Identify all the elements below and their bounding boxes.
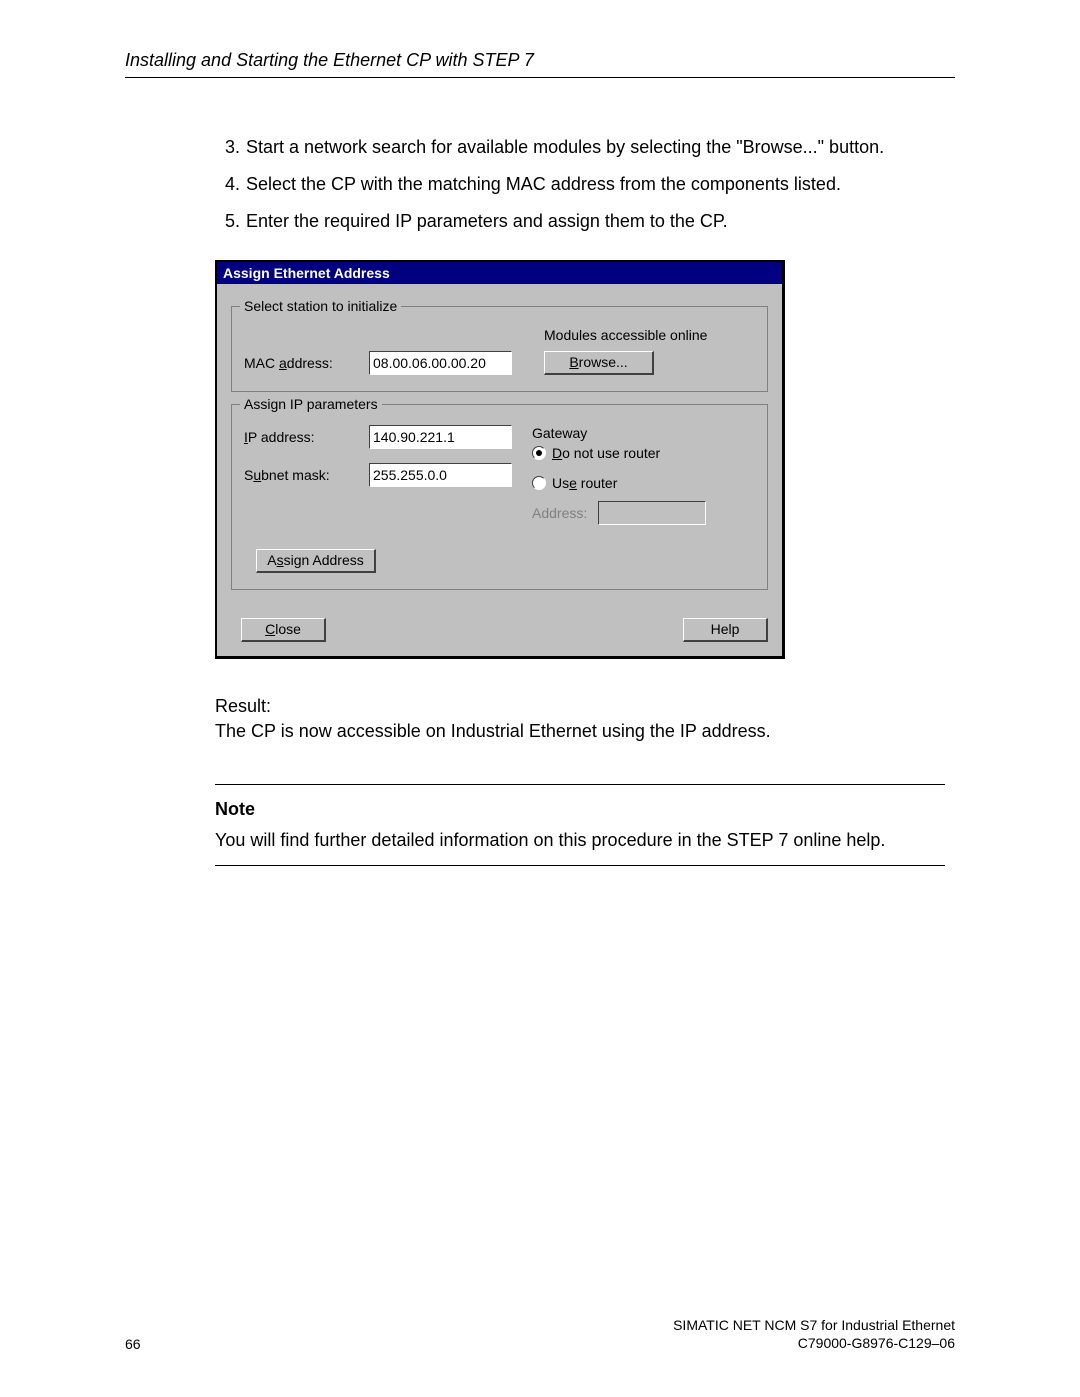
mac-address-label: MAC address: <box>244 355 369 371</box>
subnet-row: Subnet mask: <box>244 463 512 487</box>
result-block: Result: The CP is now accessible on Indu… <box>215 694 945 744</box>
content-area: 3. Start a network search for available … <box>215 135 945 866</box>
step-text: Start a network search for available mod… <box>246 135 945 160</box>
dialog-titlebar: Assign Ethernet Address <box>217 262 782 284</box>
footer-line1: SIMATIC NET NCM S7 for Industrial Ethern… <box>673 1316 955 1334</box>
step-num: 3. <box>215 135 240 160</box>
ip-wrap: IP address: Subnet mask: Gateway Do not … <box>244 425 755 525</box>
modules-online-label: Modules accessible online <box>544 327 755 343</box>
group-assign-ip: Assign IP parameters IP address: Subnet … <box>231 404 768 590</box>
router-address-row: Address: <box>532 501 755 525</box>
dialog-body: Select station to initialize Modules acc… <box>217 284 782 604</box>
step-5: 5. Enter the required IP parameters and … <box>215 209 945 234</box>
radio-no-router[interactable]: Do not use router <box>532 445 755 461</box>
step-text: Enter the required IP parameters and ass… <box>246 209 945 234</box>
radio-label: Use router <box>552 475 617 491</box>
help-button[interactable]: Help <box>683 618 768 642</box>
step-3: 3. Start a network search for available … <box>215 135 945 160</box>
step-text: Select the CP with the matching MAC addr… <box>246 172 945 197</box>
router-address-input <box>598 501 706 525</box>
assign-address-button[interactable]: Assign Address <box>256 549 376 573</box>
assign-ethernet-address-dialog: Assign Ethernet Address Select station t… <box>215 260 785 659</box>
ip-left-column: IP address: Subnet mask: <box>244 425 512 525</box>
step-num: 5. <box>215 209 240 234</box>
result-heading: Result: <box>215 694 945 719</box>
mac-row: MAC address: Browse... <box>244 351 755 375</box>
dialog-title: Assign Ethernet Address <box>223 265 390 281</box>
page-number: 66 <box>125 1336 141 1352</box>
note-title: Note <box>215 797 945 822</box>
ip-row: IP address: <box>244 425 512 449</box>
note-block: Note You will find further detailed info… <box>215 784 945 866</box>
ip-address-label: IP address: <box>244 429 369 445</box>
page-header: Installing and Starting the Ethernet CP … <box>125 50 955 78</box>
dialog-footer: Close Help <box>217 604 782 656</box>
group-select-station: Select station to initialize Modules acc… <box>231 306 768 392</box>
footer-line2: C79000-G8976-C129–06 <box>673 1334 955 1352</box>
step-4: 4. Select the CP with the matching MAC a… <box>215 172 945 197</box>
radio-use-router[interactable]: Use router <box>532 475 755 491</box>
page-header-title: Installing and Starting the Ethernet CP … <box>125 50 534 70</box>
result-text: The CP is now accessible on Industrial E… <box>215 719 945 744</box>
group-legend: Select station to initialize <box>240 298 401 314</box>
group-legend: Assign IP parameters <box>240 396 382 412</box>
gateway-label: Gateway <box>532 425 755 441</box>
subnet-mask-input[interactable] <box>369 463 512 487</box>
radio-icon <box>532 476 546 490</box>
ip-address-input[interactable] <box>369 425 512 449</box>
close-button[interactable]: Close <box>241 618 326 642</box>
subnet-mask-label: Subnet mask: <box>244 467 369 483</box>
note-text: You will find further detailed informati… <box>215 830 885 850</box>
page-footer: 66 SIMATIC NET NCM S7 for Industrial Eth… <box>125 1316 955 1352</box>
router-address-label: Address: <box>532 505 592 521</box>
radio-icon <box>532 446 546 460</box>
footer-right: SIMATIC NET NCM S7 for Industrial Ethern… <box>673 1316 955 1352</box>
radio-dot-icon <box>536 450 542 456</box>
radio-label: Do not use router <box>552 445 660 461</box>
mac-address-input[interactable] <box>369 351 512 375</box>
step-num: 4. <box>215 172 240 197</box>
browse-button[interactable]: Browse... <box>544 351 654 375</box>
gateway-column: Gateway Do not use router Use router Add… <box>532 425 755 525</box>
